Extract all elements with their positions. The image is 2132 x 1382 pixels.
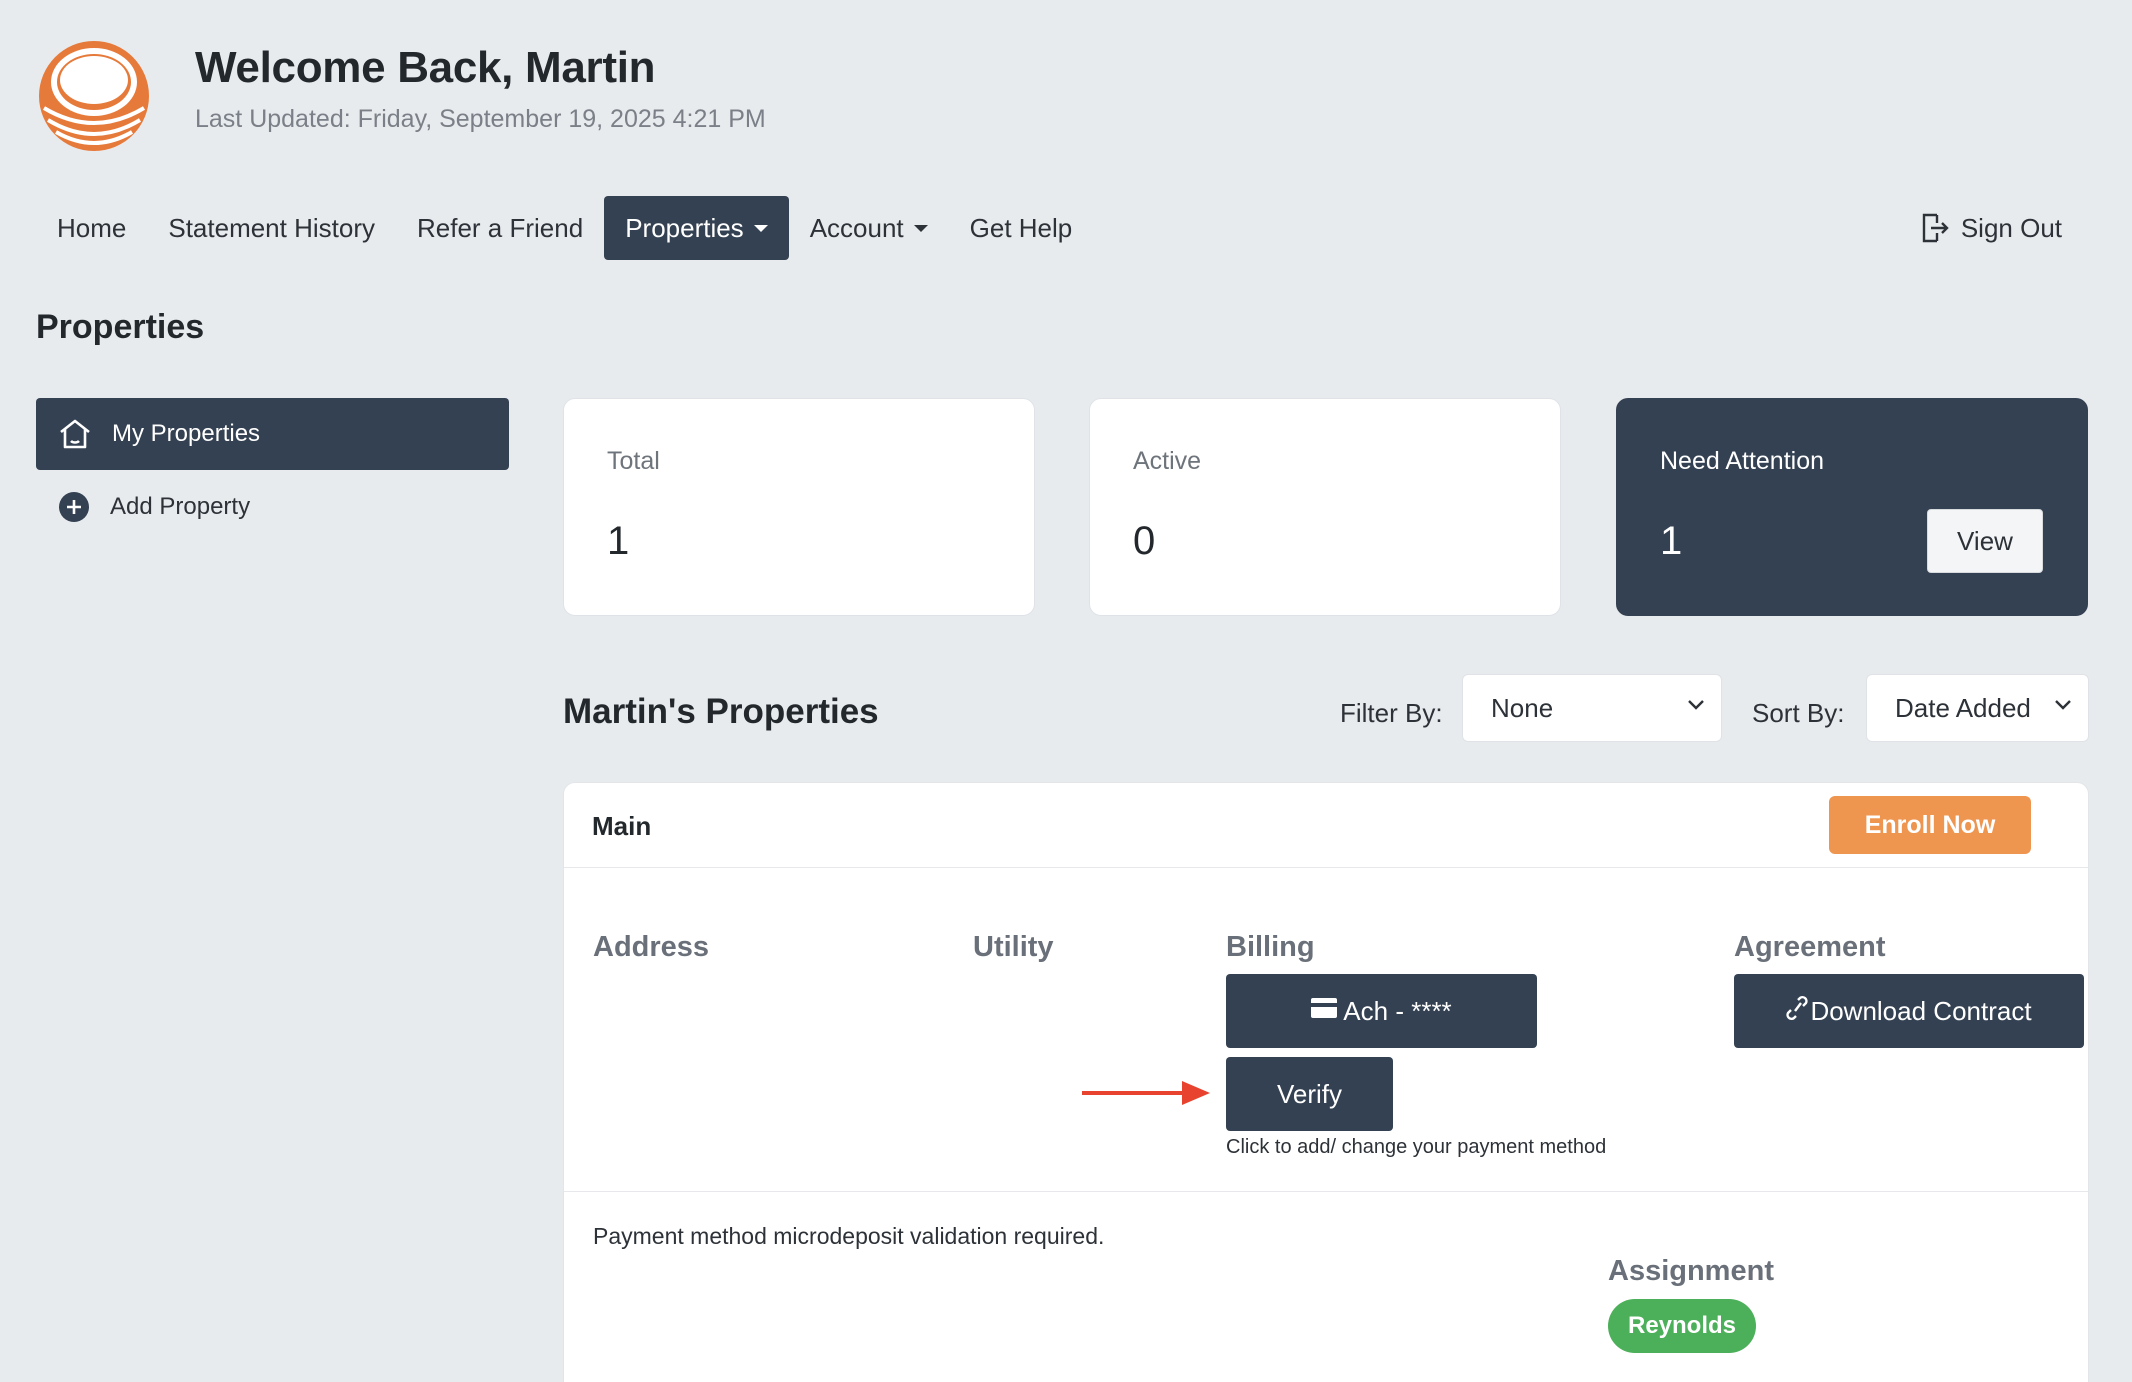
column-utility: Utility (973, 931, 1054, 963)
nav-get-help[interactable]: Get Help (949, 196, 1094, 260)
stat-card-active: Active 0 (1089, 398, 1561, 616)
column-billing: Billing (1226, 931, 1315, 963)
property-card: Main Enroll Now Address Utility Billing … (563, 782, 2089, 1382)
last-updated: Last Updated: Friday, September 19, 2025… (195, 104, 766, 133)
payment-hint: Click to add/ change your payment method (1226, 1136, 1607, 1158)
plus-circle-icon (59, 492, 89, 522)
sort-label: Sort By: (1752, 698, 1845, 728)
credit-card-icon (1311, 998, 1338, 1018)
assignment-badge: Reynolds (1608, 1299, 1756, 1353)
sign-out-button[interactable]: Sign Out (1921, 196, 2096, 260)
stat-card-need-attention: Need Attention 1 View (1616, 398, 2088, 616)
sidebar-item-label: Add Property (110, 493, 251, 520)
chevron-down-icon (2055, 700, 2071, 710)
enroll-now-button[interactable]: Enroll Now (1829, 796, 2031, 854)
filter-select[interactable]: None (1462, 674, 1722, 742)
nav-refer-a-friend[interactable]: Refer a Friend (396, 196, 604, 260)
column-address: Address (593, 931, 710, 963)
nav-get-help-label: Get Help (969, 213, 1073, 243)
payment-method-button[interactable]: Ach - **** (1226, 974, 1537, 1048)
validation-message: Payment method microdeposit validation r… (593, 1223, 1105, 1249)
caret-down-icon (913, 225, 928, 233)
chevron-down-icon (1688, 700, 1704, 710)
stat-value: 1 (1660, 519, 1683, 563)
stat-label: Need Attention (1660, 447, 1825, 475)
verify-button[interactable]: Verify (1226, 1057, 1393, 1131)
annotation-arrow-icon (1082, 1081, 1210, 1105)
property-name: Main (592, 811, 652, 841)
nav-home[interactable]: Home (36, 196, 147, 260)
nav-home-label: Home (57, 213, 127, 243)
caret-down-icon (753, 225, 768, 233)
nav-properties-label: Properties (625, 213, 744, 243)
home-icon (60, 419, 90, 449)
nav-statement-history[interactable]: Statement History (147, 196, 396, 260)
filter-label: Filter By: (1340, 698, 1443, 728)
sidebar-item-my-properties[interactable]: My Properties (36, 398, 509, 470)
main-nav: Home Statement History Refer a Friend Pr… (36, 196, 2096, 260)
sort-select[interactable]: Date Added (1866, 674, 2089, 742)
nav-account[interactable]: Account (789, 196, 949, 260)
page-title: Properties (36, 308, 205, 346)
payment-method-label: Ach - **** (1343, 995, 1452, 1026)
filter-value: None (1491, 693, 1554, 723)
stat-card-total: Total 1 (563, 398, 1035, 616)
sign-out-label: Sign Out (1960, 212, 2062, 243)
download-contract-button[interactable]: Download Contract (1734, 974, 2084, 1048)
nav-properties[interactable]: Properties (604, 196, 789, 260)
view-button[interactable]: View (1927, 509, 2043, 573)
header: Welcome Back, Martin Last Updated: Frida… (36, 38, 766, 154)
section-title: Martin's Properties (563, 692, 879, 731)
stat-value: 0 (1133, 519, 1156, 563)
nav-account-label: Account (809, 213, 904, 243)
column-agreement: Agreement (1734, 931, 1886, 963)
link-icon (1786, 995, 1809, 1021)
sidebar-item-label: My Properties (112, 420, 261, 447)
sign-out-icon (1922, 213, 1949, 243)
stat-label: Total (607, 447, 660, 475)
stat-value: 1 (607, 519, 630, 563)
sort-value: Date Added (1895, 693, 2031, 723)
company-logo (39, 41, 149, 151)
welcome-title: Welcome Back, Martin (195, 42, 656, 92)
sidebar-item-add-property[interactable]: Add Property (36, 470, 509, 544)
card-divider (564, 1191, 2088, 1192)
download-contract-label: Download Contract (1810, 995, 2032, 1026)
card-header: Main Enroll Now (564, 783, 2088, 868)
nav-refer-a-friend-label: Refer a Friend (417, 213, 584, 243)
nav-statement-history-label: Statement History (168, 213, 375, 243)
stat-label: Active (1133, 447, 1202, 475)
assignment-label: Assignment (1608, 1255, 1774, 1287)
